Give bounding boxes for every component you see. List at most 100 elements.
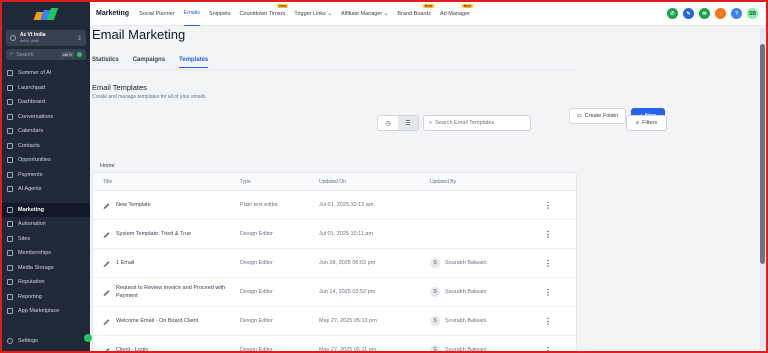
table-row[interactable]: Client - Login Design Editor May 27, 2025 …: [93, 336, 576, 352]
sidebar-item-launchpad[interactable]: Launchpad: [2, 81, 90, 96]
sidebar-item-memberships[interactable]: Memberships: [2, 246, 90, 261]
sidebar-collapse-button[interactable]: [84, 334, 92, 342]
top-nav-label: Trigger Links ⌄: [294, 10, 333, 17]
tab-campaigns[interactable]: Campaigns: [133, 57, 165, 68]
sidebar-item-label: Launchpad: [18, 84, 46, 91]
avatar[interactable]: SB: [747, 8, 758, 19]
top-nav-item-2[interactable]: Snippets: [209, 2, 230, 26]
breadcrumb[interactable]: Home: [100, 163, 115, 169]
table-row[interactable]: New Template Plain text editor Jul 01, 202…: [93, 191, 576, 220]
media-storage-icon: [7, 264, 13, 271]
template-search-input[interactable]: ⌕ Search Email Templates: [423, 115, 531, 131]
col-title[interactable]: Title: [93, 179, 240, 185]
sidebar-item-summer-of-ai[interactable]: Summer of AI: [2, 66, 90, 81]
more-options-icon[interactable]: ⋮: [530, 288, 576, 297]
sidebar-item-label: Sites: [18, 235, 31, 242]
more-options-icon[interactable]: ⋮: [530, 346, 576, 352]
sidebar-item-sites[interactable]: Sites: [2, 232, 90, 247]
whatsapp-icon[interactable]: ✉: [699, 8, 710, 19]
megaphone-icon[interactable]: ✎: [683, 8, 694, 19]
location-pin-icon: [10, 35, 16, 41]
recent-view-icon[interactable]: ◷: [378, 116, 398, 130]
sidebar-item-label: Summer of AI: [18, 70, 52, 77]
sidebar-item-reporting[interactable]: Reporting: [2, 290, 90, 305]
filters-button[interactable]: ≡ Filters: [626, 115, 667, 131]
table-row[interactable]: Welcome Email - On Board Client Design Ed…: [93, 307, 576, 336]
top-nav-item-5[interactable]: Affiliate Manager ⌄: [341, 2, 388, 26]
top-nav-label: Social Planner: [139, 10, 175, 17]
sidebar-item-label: App Marketplace: [18, 308, 60, 315]
header-actions: ✆ ✎ ✉ ♪ ? SB: [667, 8, 766, 19]
more-options-icon[interactable]: ⋮: [530, 259, 576, 268]
template-updated-on: Jul 01, 2025 10:13 am: [319, 202, 374, 208]
sidebar-item-contacts[interactable]: Contacts: [2, 139, 90, 154]
top-nav-item-0[interactable]: Social Planner: [139, 2, 174, 26]
top-nav-item-3[interactable]: Countdown Timers New: [239, 2, 289, 26]
top-nav-item-7[interactable]: Ad Manager New: [440, 2, 473, 26]
sidebar-item-conversations[interactable]: Conversations: [2, 110, 90, 125]
section-subtitle: Create and manage templates for all of y…: [92, 94, 206, 100]
col-type[interactable]: Type: [240, 179, 319, 185]
col-updated-on[interactable]: Updated On: [319, 179, 430, 185]
sidebar-item-automation[interactable]: Automation: [2, 217, 90, 232]
sidebar-item-label: Reputation: [18, 279, 45, 286]
template-updated-on: May 27, 2025 05:11 pm: [319, 347, 377, 352]
more-options-icon[interactable]: ⋮: [530, 317, 576, 326]
scrollbar-thumb[interactable]: [760, 44, 765, 264]
opportunities-icon: [7, 157, 13, 164]
more-options-icon[interactable]: ⋮: [530, 230, 576, 239]
brand-logo[interactable]: [2, 2, 90, 28]
sidebar-item-media-storage[interactable]: Media Storage: [2, 261, 90, 276]
help-icon[interactable]: ?: [731, 8, 742, 19]
tab-templates[interactable]: Templates: [179, 57, 209, 68]
sidebar-item-dashboard[interactable]: Dashboard: [2, 95, 90, 110]
sidebar-item-settings[interactable]: Settings: [2, 335, 90, 347]
list-view-icon[interactable]: ☰: [398, 116, 418, 130]
template-title[interactable]: System Template: Tried & True: [116, 230, 191, 238]
top-nav-item-1[interactable]: Emails: [183, 2, 201, 26]
top-nav-label: Ad Manager: [440, 10, 470, 17]
template-title[interactable]: Client - Login: [116, 346, 148, 351]
table-row[interactable]: System Template: Tried & True Design Edit…: [93, 220, 576, 249]
page-title: Email Marketing: [92, 27, 186, 42]
calendars-icon: [7, 128, 13, 135]
top-bar: Marketing Social Planner Emails Snippets Co…: [90, 2, 766, 26]
top-nav-label: Brand Boards: [397, 10, 431, 17]
sidebar-item-reputation[interactable]: Reputation: [2, 275, 90, 290]
template-title[interactable]: 1 Email: [116, 259, 134, 267]
more-options-icon[interactable]: ⋮: [530, 201, 576, 210]
sidebar-item-payments[interactable]: Payments: [2, 168, 90, 183]
sidebar-search[interactable]: ⌕ Search ctrl K: [6, 49, 86, 60]
col-updated-by[interactable]: Updated By: [430, 179, 530, 185]
sidebar-item-opportunities[interactable]: Opportunities: [2, 153, 90, 168]
account-switcher[interactable]: Az Vt India delhi, delhi ⇕: [6, 30, 86, 46]
sidebar-item-label: Conversations: [18, 113, 54, 120]
sidebar-item-calendars[interactable]: Calendars: [2, 124, 90, 139]
quick-action-icon[interactable]: [77, 52, 82, 57]
top-nav-label: Emails: [183, 10, 201, 16]
dashboard-icon: [7, 99, 13, 106]
scrollbar[interactable]: [760, 28, 765, 348]
updated-by-name: Sourabh Balwani: [445, 347, 487, 352]
sidebar: Az Vt India delhi, delhi ⇕ ⌕ Search ctrl…: [2, 2, 90, 351]
sidebar-search-placeholder: Search: [16, 51, 34, 58]
template-title[interactable]: Welcome Email - On Board Client: [116, 317, 198, 325]
reputation-icon: [7, 279, 13, 286]
sidebar-item-marketing[interactable]: Marketing: [2, 202, 90, 217]
template-title[interactable]: Request to Review Invoice and Proceed wi…: [116, 284, 240, 300]
table-row[interactable]: 1 Email Design Editor Jun 28, 2025 06:03 p…: [93, 249, 576, 278]
table-row[interactable]: Request to Review Invoice and Proceed wi…: [93, 278, 576, 307]
notification-bell-icon[interactable]: ♪: [715, 8, 726, 19]
tab-statistics[interactable]: Statistics: [92, 57, 119, 68]
create-folder-button[interactable]: ▭ Create Folder: [569, 108, 626, 124]
avatar: S: [430, 287, 440, 297]
phone-icon[interactable]: ✆: [667, 8, 678, 19]
sidebar-item-ai-agents[interactable]: AI Agents: [2, 182, 90, 197]
folder-icon: ▭: [576, 113, 582, 119]
template-title[interactable]: New Template: [116, 201, 151, 209]
edit-pen-icon: [103, 347, 110, 351]
top-nav-item-4[interactable]: Trigger Links ⌄: [294, 2, 332, 26]
filter-icon: ≡: [635, 120, 640, 126]
top-nav-item-6[interactable]: Brand Boards New: [397, 2, 434, 26]
sidebar-item-app-marketplace[interactable]: App Marketplace: [2, 304, 90, 319]
